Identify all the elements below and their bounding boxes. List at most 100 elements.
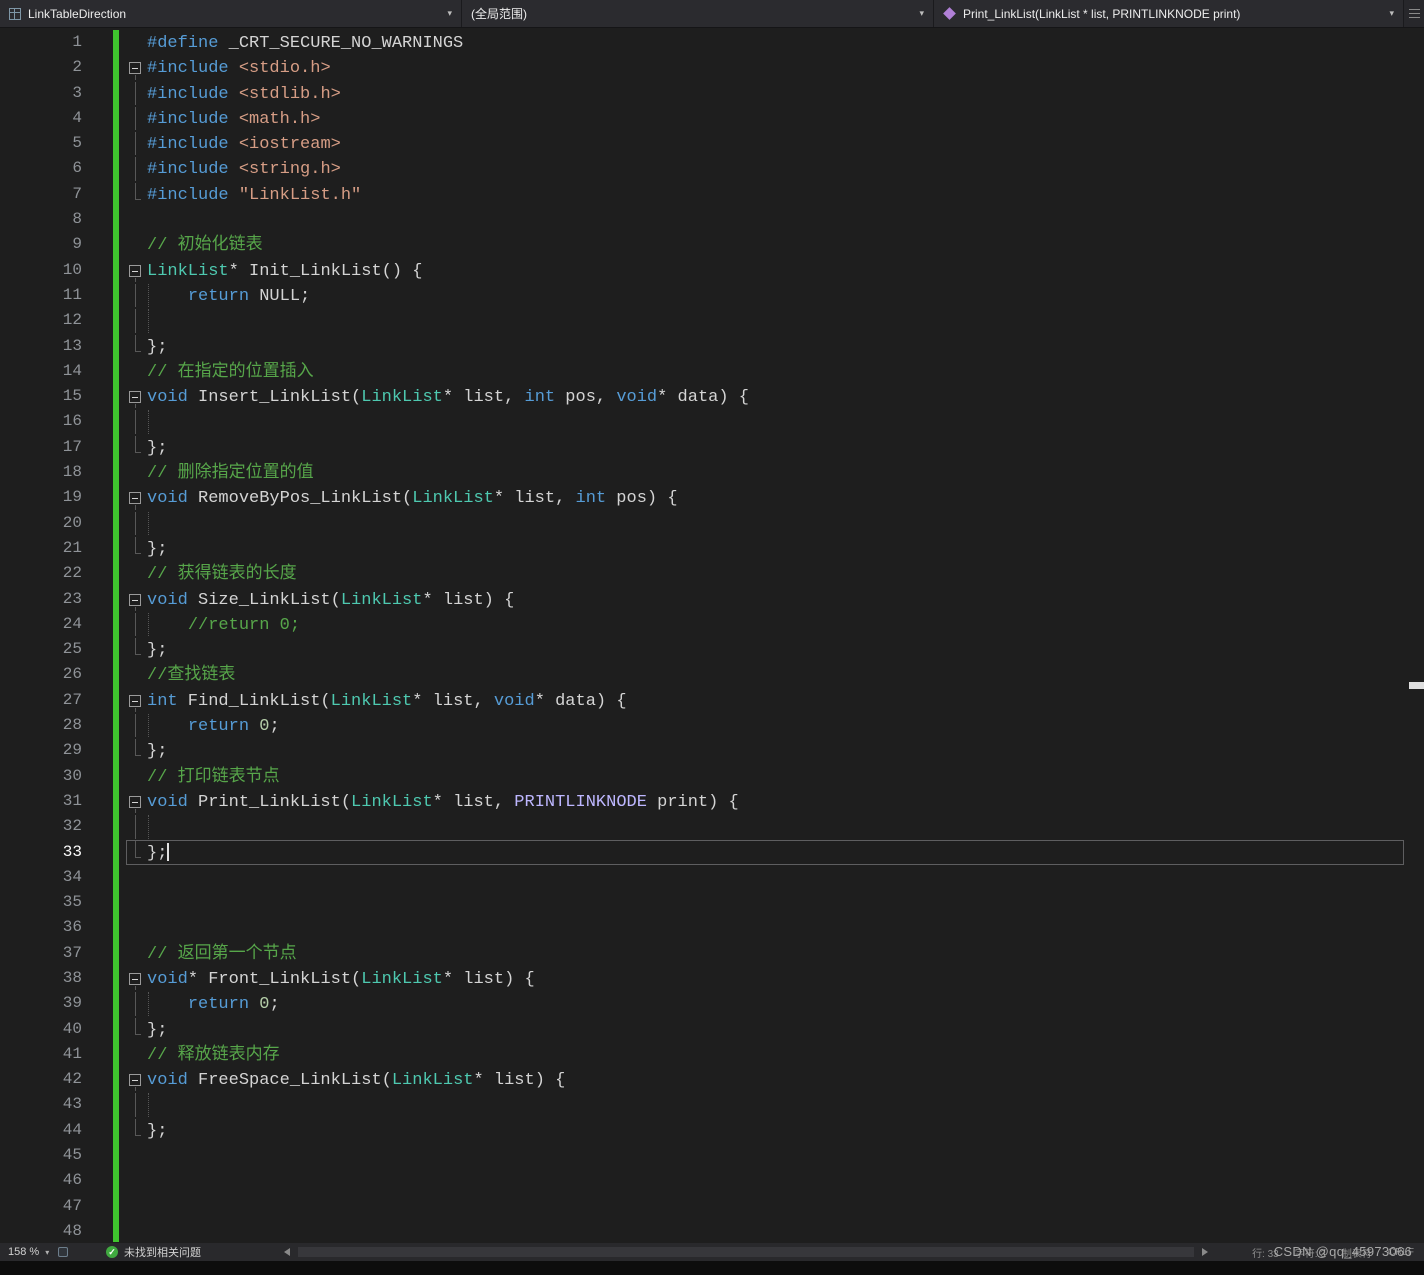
code-line[interactable]: 7 #include "LinkList.h"	[0, 182, 1424, 207]
code-line[interactable]: 12	[0, 308, 1424, 333]
code-line[interactable]: 40};	[0, 1017, 1424, 1042]
code-line[interactable]: 26 //查找链表	[0, 662, 1424, 687]
line-number[interactable]: 46	[0, 1168, 82, 1193]
code-line[interactable]: 34	[0, 865, 1424, 890]
fold-region-start[interactable]	[127, 486, 145, 510]
code-line[interactable]: 33};	[0, 839, 1424, 865]
line-number[interactable]: 9	[0, 232, 82, 257]
collapse-minus-icon[interactable]	[129, 62, 141, 75]
code-editor[interactable]: 1 #define _CRT_SECURE_NO_WARNINGS 2 #includ…	[0, 28, 1424, 1243]
code-line[interactable]: 19 void RemoveByPos_LinkList(LinkList* li…	[0, 485, 1424, 510]
code-line[interactable]: 18 // 删除指定位置的值	[0, 460, 1424, 485]
fold-region-start[interactable]	[127, 967, 145, 991]
code-line[interactable]: 32	[0, 814, 1424, 839]
line-number[interactable]: 12	[0, 308, 82, 333]
line-number[interactable]: 15	[0, 384, 82, 409]
code-line[interactable]: 15 void Insert_LinkList(LinkList* list, i…	[0, 384, 1424, 409]
code-line[interactable]: 44};	[0, 1118, 1424, 1143]
line-number[interactable]: 47	[0, 1194, 82, 1219]
line-number[interactable]: 4	[0, 106, 82, 131]
line-number[interactable]: 8	[0, 207, 82, 232]
line-number[interactable]: 24	[0, 612, 82, 637]
code-line[interactable]: 1 #define _CRT_SECURE_NO_WARNINGS	[0, 30, 1424, 55]
code-line[interactable]: 38 void* Front_LinkList(LinkList* list) {	[0, 966, 1424, 991]
code-line[interactable]: 31 void Print_LinkList(LinkList* list, PR…	[0, 789, 1424, 814]
code-line[interactable]: 45	[0, 1143, 1424, 1168]
code-line[interactable]: 28 return 0;	[0, 713, 1424, 738]
line-number[interactable]: 28	[0, 713, 82, 738]
code-line[interactable]: 22 // 获得链表的长度	[0, 561, 1424, 586]
code-line[interactable]: 41 // 释放链表内存	[0, 1042, 1424, 1067]
line-number[interactable]: 1	[0, 30, 82, 55]
line-number[interactable]: 32	[0, 814, 82, 839]
collapse-minus-icon[interactable]	[129, 593, 141, 606]
code-line[interactable]: 21};	[0, 536, 1424, 561]
code-line[interactable]: 24 //return 0;	[0, 612, 1424, 637]
line-number[interactable]: 7	[0, 182, 82, 207]
line-number[interactable]: 11	[0, 283, 82, 308]
line-number[interactable]: 39	[0, 991, 82, 1016]
line-number[interactable]: 17	[0, 435, 82, 460]
line-number[interactable]: 22	[0, 561, 82, 586]
line-number[interactable]: 38	[0, 966, 82, 991]
line-number[interactable]: 25	[0, 637, 82, 662]
line-number[interactable]: 13	[0, 334, 82, 359]
collapse-minus-icon[interactable]	[129, 1074, 141, 1087]
fold-region-start[interactable]	[127, 259, 145, 283]
code-line[interactable]: 27 int Find_LinkList(LinkList* list, void…	[0, 688, 1424, 713]
line-number[interactable]: 21	[0, 536, 82, 561]
code-line[interactable]: 3 #include <stdlib.h>	[0, 81, 1424, 106]
collapse-minus-icon[interactable]	[129, 492, 141, 505]
code-line[interactable]: 42 void FreeSpace_LinkList(LinkList* list…	[0, 1067, 1424, 1092]
line-number[interactable]: 29	[0, 738, 82, 763]
line-number[interactable]: 26	[0, 662, 82, 687]
scroll-left-icon[interactable]	[284, 1248, 290, 1256]
code-line[interactable]: 16	[0, 409, 1424, 435]
line-number[interactable]: 33	[0, 840, 82, 865]
line-number[interactable]: 35	[0, 890, 82, 915]
collapse-minus-icon[interactable]	[129, 972, 141, 985]
project-context-dropdown[interactable]: LinkTableDirection ▾	[0, 0, 462, 27]
code-line[interactable]: 29};	[0, 738, 1424, 763]
line-number[interactable]: 45	[0, 1143, 82, 1168]
line-number[interactable]: 48	[0, 1219, 82, 1243]
code-line[interactable]: 46	[0, 1168, 1424, 1193]
line-number[interactable]: 42	[0, 1067, 82, 1092]
line-number[interactable]: 18	[0, 460, 82, 485]
line-number[interactable]: 41	[0, 1042, 82, 1067]
scroll-right-icon[interactable]	[1202, 1248, 1208, 1256]
collapse-minus-icon[interactable]	[129, 264, 141, 277]
code-line[interactable]: 17};	[0, 435, 1424, 460]
code-line[interactable]: 39 return 0;	[0, 991, 1424, 1016]
code-line[interactable]: 10 LinkList* Init_LinkList() {	[0, 258, 1424, 283]
code-line[interactable]: 30 // 打印链表节点	[0, 764, 1424, 789]
code-line[interactable]: 20	[0, 511, 1424, 536]
line-number[interactable]: 43	[0, 1092, 82, 1117]
line-number[interactable]: 30	[0, 764, 82, 789]
collapse-minus-icon[interactable]	[129, 795, 141, 808]
code-health-indicator[interactable]: ✓ 未找到相关问题	[106, 1243, 201, 1261]
code-line[interactable]: 13};	[0, 334, 1424, 359]
line-number[interactable]: 36	[0, 915, 82, 940]
scope-dropdown[interactable]: (全局范围) ▾	[462, 0, 934, 27]
line-number[interactable]: 5	[0, 131, 82, 156]
document-menu-button[interactable]	[1404, 0, 1424, 27]
code-line[interactable]: 6 #include <string.h>	[0, 156, 1424, 182]
code-line[interactable]: 4 #include <math.h>	[0, 106, 1424, 131]
vertical-scrollbar[interactable]	[1409, 28, 1424, 1243]
line-number[interactable]: 16	[0, 409, 82, 434]
line-number[interactable]: 40	[0, 1017, 82, 1042]
code-line[interactable]: 25};	[0, 637, 1424, 662]
line-number[interactable]: 34	[0, 865, 82, 890]
code-line[interactable]: 2 #include <stdio.h>	[0, 55, 1424, 80]
code-line[interactable]: 35	[0, 890, 1424, 915]
line-number[interactable]: 27	[0, 688, 82, 713]
code-line[interactable]: 36	[0, 915, 1424, 940]
line-number[interactable]: 23	[0, 587, 82, 612]
code-line[interactable]: 47	[0, 1194, 1424, 1219]
line-number[interactable]: 20	[0, 511, 82, 536]
fold-region-start[interactable]	[127, 385, 145, 409]
fold-region-start[interactable]	[127, 588, 145, 612]
fold-region-start[interactable]	[127, 1068, 145, 1092]
line-number[interactable]: 37	[0, 941, 82, 966]
